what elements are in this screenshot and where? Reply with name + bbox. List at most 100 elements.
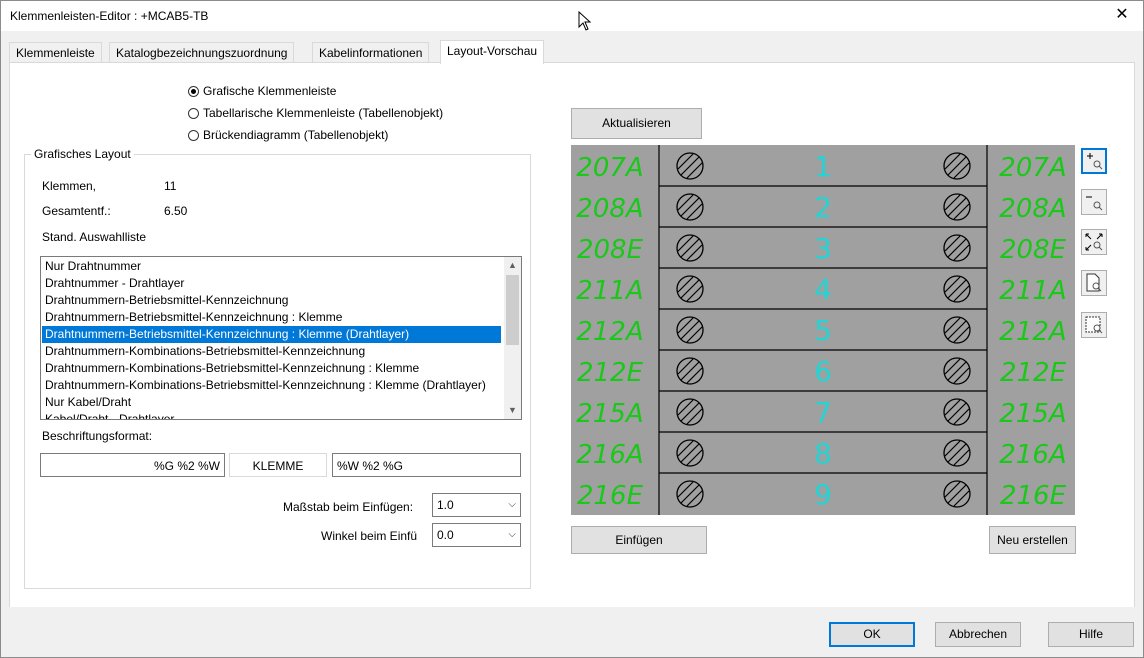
close-icon[interactable]: ✕ [1112, 5, 1132, 25]
screw-slash [944, 194, 961, 211]
pick-list[interactable]: Nur Drahtnummer Drahtnummer - Drahtlayer… [40, 256, 522, 420]
klemmen-value: 11 [164, 179, 177, 193]
screw-slash [680, 197, 700, 217]
screw-slash [686, 449, 703, 466]
screw-slash [680, 402, 700, 422]
screw-slash [947, 320, 967, 340]
terminal-number: 2 [814, 191, 832, 224]
list-scrollbar[interactable]: ▲ ▼ [504, 257, 521, 419]
tab-katalogbezeichnungszuordnung[interactable]: Katalogbezeichnungszuordnung [109, 42, 295, 63]
screw-slash [947, 443, 967, 463]
radio-indicator[interactable] [188, 85, 199, 97]
screw-slash [686, 490, 703, 507]
radio-grafische-klemmenleiste[interactable]: Grafische Klemmenleiste [188, 82, 336, 100]
screw-slash [953, 162, 970, 179]
screw-slash [677, 235, 694, 252]
insert-button[interactable]: Einfügen [571, 526, 707, 554]
refresh-button[interactable]: Aktualisieren [571, 108, 702, 139]
format-right-field[interactable]: %W %2 %G [332, 453, 521, 477]
screw-slash [677, 153, 694, 170]
screw-slash [680, 484, 700, 504]
title-bar: Klemmenleisten-Editor : +MCAB5-TB [1, 1, 1143, 31]
cancel-button[interactable]: Abbrechen [935, 622, 1021, 647]
screw-slash [680, 238, 700, 258]
list-item[interactable]: Nur Drahtnummer [42, 258, 501, 275]
radio-brueckendiagramm[interactable]: Brückendiagramm (Tabellenobjekt) [188, 126, 388, 144]
list-item-selected[interactable]: Drahtnummern-Betriebsmittel-Kennzeichnun… [42, 326, 501, 343]
screw-slash [686, 285, 703, 302]
screw-slash [953, 285, 970, 302]
zoom-in-button[interactable] [1081, 148, 1107, 174]
zoom-out-icon [1086, 196, 1103, 211]
group-title: Grafisches Layout [31, 147, 134, 161]
terminal-number: 4 [814, 273, 832, 306]
terminal-number: 7 [814, 396, 832, 429]
list-item[interactable]: Nur Kabel/Draht [42, 394, 501, 411]
terminal-number: 1 [814, 150, 832, 183]
radio-indicator[interactable] [188, 129, 199, 141]
format-middle-field: KLEMME [229, 453, 327, 477]
chevron-down-icon[interactable]: ⌵ [508, 524, 516, 546]
zoom-window-button[interactable] [1081, 270, 1107, 296]
gesamtentf-label: Gesamtentf.: [42, 204, 111, 218]
ok-button[interactable]: OK [829, 622, 915, 647]
screw-slash [947, 238, 967, 258]
tab-kabelinformationen[interactable]: Kabelinformationen [312, 42, 430, 63]
wire-label-right: 216A [999, 440, 1066, 470]
help-button[interactable]: Hilfe [1048, 622, 1134, 647]
list-item[interactable]: Drahtnummern-Kombinations-Betriebsmittel… [42, 360, 501, 377]
wire-label-left: 216E [577, 481, 644, 511]
terminal-number: 8 [814, 437, 832, 470]
pick-list-label: Stand. Auswahlliste [42, 230, 147, 244]
tab-layout-vorschau[interactable]: Layout-Vorschau [440, 40, 545, 64]
screw-slash [944, 317, 961, 334]
screw-slash [944, 153, 961, 170]
wire-label-left: 211A [576, 276, 643, 306]
mouse-cursor-icon [578, 11, 592, 31]
scroll-thumb[interactable] [506, 275, 519, 345]
list-item[interactable]: Drahtnummern-Kombinations-Betriebsmittel… [42, 343, 501, 360]
rebuild-button[interactable]: Neu erstellen [989, 526, 1076, 554]
klemmen-label: Klemmen, [42, 179, 97, 193]
screw-slash [947, 279, 967, 299]
zoom-out-button[interactable] [1081, 189, 1107, 215]
screw-slash [680, 279, 700, 299]
zoom-extents-button[interactable] [1081, 229, 1107, 255]
terminal-strip-preview[interactable]: 207A 207A 1 208A 208A 2 208E 208E 3 211A 211A 4 212A… [571, 145, 1075, 515]
list-item[interactable]: Drahtnummern-Betriebsmittel-Kennzeichnun… [42, 292, 501, 309]
screw-slash [944, 276, 961, 293]
wire-label-left: 208E [577, 235, 644, 265]
radio-indicator[interactable] [188, 107, 199, 119]
scale-value: 1.0 [437, 498, 454, 512]
screw-slash [686, 408, 703, 425]
wire-label-right: 215A [999, 399, 1066, 429]
format-label: Beschriftungsformat: [42, 429, 153, 443]
radio-tabellarische-klemmenleiste[interactable]: Tabellarische Klemmenleiste (Tabellenobj… [188, 104, 443, 122]
screw-slash [677, 440, 694, 457]
list-item[interactable]: Drahtnummer - Drahtlayer [42, 275, 501, 292]
chevron-down-icon[interactable]: ⌵ [508, 494, 516, 516]
list-item[interactable]: Drahtnummern-Kombinations-Betriebsmittel… [42, 377, 501, 394]
list-item[interactable]: Drahtnummern-Betriebsmittel-Kennzeichnun… [42, 309, 501, 326]
screw-slash [677, 358, 694, 375]
tab-klemmenleiste[interactable]: Klemmenleiste [9, 42, 102, 63]
screw-slash [953, 490, 970, 507]
format-left-field[interactable]: %G %2 %W [40, 453, 225, 477]
list-item[interactable]: Kabel/Draht - Drahtlayer [42, 411, 501, 419]
screw-slash [680, 443, 700, 463]
angle-combo[interactable]: 0.0 ⌵ [432, 523, 521, 547]
zoom-window-icon [1086, 273, 1102, 292]
scroll-down-icon[interactable]: ▼ [504, 402, 521, 419]
screw-slash [677, 399, 694, 416]
wire-label-left: 212E [577, 358, 644, 388]
scale-combo[interactable]: 1.0 ⌵ [432, 493, 521, 517]
screw-slash [677, 481, 694, 498]
radio-label: Tabellarische Klemmenleiste (Tabellenobj… [203, 106, 444, 120]
scroll-up-icon[interactable]: ▲ [504, 257, 521, 274]
screw-slash [953, 203, 970, 220]
zoom-previous-button[interactable] [1081, 312, 1107, 338]
screw-slash [686, 326, 703, 343]
angle-value: 0.0 [437, 528, 454, 542]
screw-slash [947, 484, 967, 504]
zoom-extents-icon [1085, 233, 1103, 251]
